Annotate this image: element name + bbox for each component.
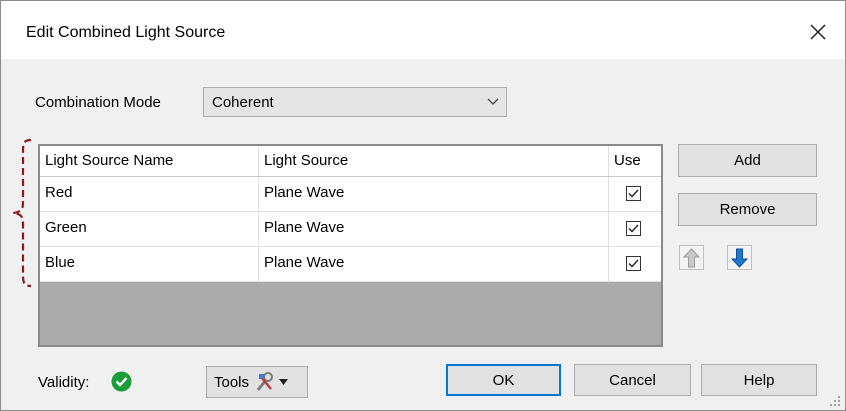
title-bar: Edit Combined Light Source [1, 1, 845, 59]
use-cell [609, 212, 661, 246]
arrow-up-icon [683, 247, 700, 267]
ok-button-label: OK [492, 371, 515, 389]
ok-button[interactable]: OK [446, 364, 561, 396]
add-button[interactable]: Add [678, 144, 817, 177]
cancel-button-label: Cancel [609, 371, 656, 389]
move-down-button[interactable] [727, 245, 752, 270]
move-up-button[interactable] [679, 245, 704, 270]
check-circle-icon [111, 371, 132, 392]
chevron-down-icon [487, 98, 499, 105]
use-checkbox[interactable] [626, 256, 641, 271]
column-header-light-source-name[interactable]: Light Source Name [40, 146, 259, 176]
checkmark-icon [628, 259, 639, 268]
close-button[interactable] [801, 15, 835, 49]
table-header: Light Source Name Light Source Use [40, 146, 661, 177]
light-source-cell[interactable]: Plane Wave [259, 212, 609, 246]
validity-label: Validity: [38, 374, 90, 391]
checkmark-icon [628, 189, 639, 198]
light-source-table: Light Source Name Light Source Use Red P… [38, 144, 663, 347]
chevron-down-icon [279, 379, 289, 385]
use-checkbox[interactable] [626, 186, 641, 201]
close-icon [810, 24, 826, 40]
cancel-button[interactable]: Cancel [574, 364, 691, 396]
column-header-light-source[interactable]: Light Source [259, 146, 609, 176]
add-button-label: Add [734, 152, 761, 169]
light-source-name-cell[interactable]: Blue [40, 247, 259, 281]
column-header-use[interactable]: Use [609, 146, 661, 176]
remove-button[interactable]: Remove [678, 193, 817, 226]
tools-button[interactable]: Tools [206, 366, 308, 398]
tools-icon [256, 372, 274, 391]
help-button-label: Help [743, 371, 775, 389]
table-row[interactable]: Blue Plane Wave [40, 247, 661, 282]
table-row[interactable]: Green Plane Wave [40, 212, 661, 247]
remove-button-label: Remove [719, 201, 776, 218]
table-row[interactable]: Red Plane Wave [40, 177, 661, 212]
use-cell [609, 177, 661, 211]
light-source-name-cell[interactable]: Green [40, 212, 259, 246]
help-button[interactable]: Help [701, 364, 817, 396]
combination-mode-value: Coherent [212, 94, 274, 111]
resize-grip-icon[interactable] [827, 393, 841, 407]
light-source-name-cell[interactable]: Red [40, 177, 259, 211]
combination-mode-label: Combination Mode [35, 94, 161, 111]
use-checkbox[interactable] [626, 221, 641, 236]
light-source-cell[interactable]: Plane Wave [259, 247, 609, 281]
checkmark-icon [628, 224, 639, 233]
edit-combined-light-source-dialog: Edit Combined Light Source Combination M… [0, 0, 846, 411]
dialog-title: Edit Combined Light Source [26, 24, 226, 41]
combination-mode-dropdown[interactable]: Coherent [203, 87, 507, 117]
light-source-cell[interactable]: Plane Wave [259, 177, 609, 211]
arrow-down-icon [731, 248, 748, 268]
annotation-bracket [12, 138, 32, 288]
tools-button-label: Tools [214, 373, 250, 391]
use-cell [609, 247, 661, 281]
